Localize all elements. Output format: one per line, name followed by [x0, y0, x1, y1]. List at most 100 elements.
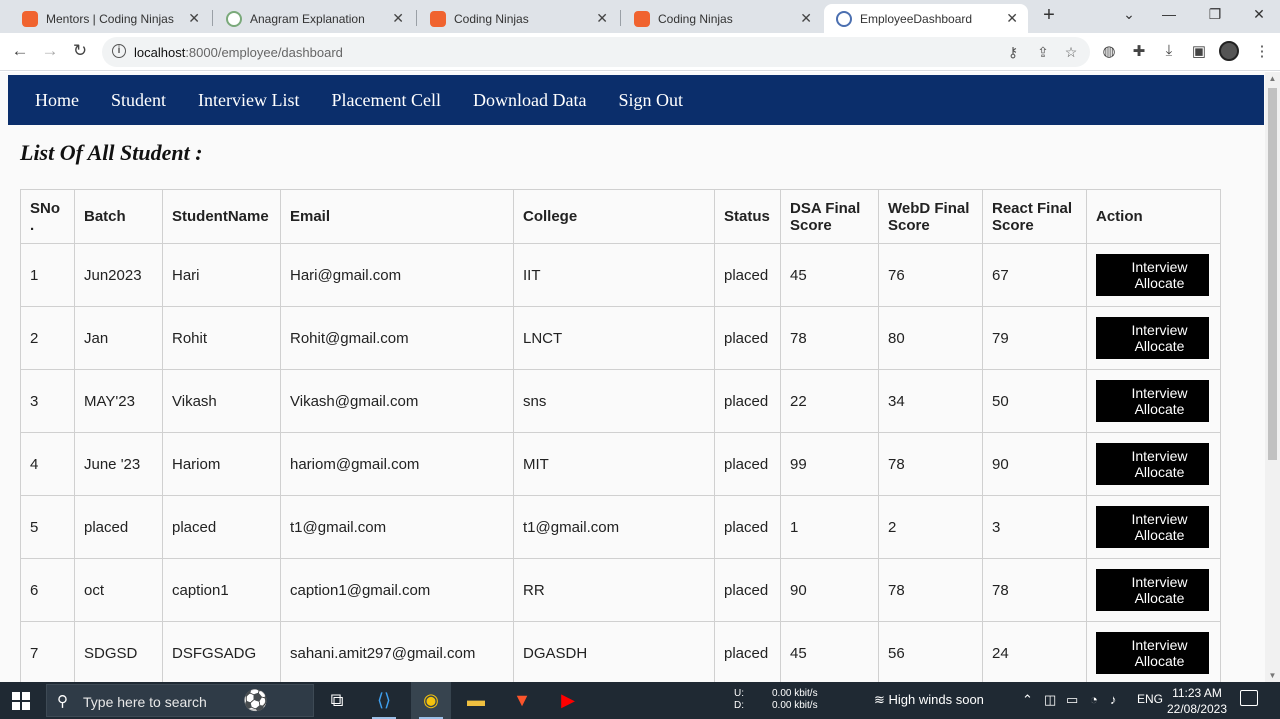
cell-student-name: Hari — [162, 243, 281, 307]
back-arrow-icon[interactable]: ← — [9, 41, 31, 61]
cell-sno: 2 — [20, 306, 75, 370]
tab-divider — [212, 10, 213, 26]
forward-arrow-icon[interactable]: → — [39, 41, 61, 61]
cell-student-name: Hariom — [162, 432, 281, 496]
chrome-icon[interactable]: ◉ — [411, 682, 451, 719]
tab-mentors[interactable]: Mentors | Coding Ninjas ✕ — [10, 4, 210, 33]
interview-allocate-button[interactable]: Interview Allocate — [1096, 380, 1209, 422]
table-row: 4 June '23 Hariom hariom@gmail.com MIT placed… — [20, 432, 1221, 496]
minimize-icon[interactable]: — — [1159, 6, 1179, 22]
cell-react-score: 50 — [982, 369, 1087, 433]
cell-batch: June '23 — [74, 432, 163, 496]
interview-allocate-button[interactable]: Interview Allocate — [1096, 317, 1209, 359]
search-icon: ⚲ — [57, 693, 68, 710]
cell-student-name: placed — [162, 495, 281, 559]
taskbar-search-box[interactable]: ⚲ Type here to search ⚽ — [46, 684, 314, 717]
cell-batch: MAY'23 — [74, 369, 163, 433]
window-close-icon[interactable]: ✕ — [1249, 6, 1269, 23]
tab-search-icon[interactable]: ⌄ — [1119, 6, 1139, 23]
info-icon[interactable]: i — [112, 44, 126, 58]
network-labels: U: D: — [734, 688, 744, 711]
cell-email: Rohit@gmail.com — [280, 306, 514, 370]
nav-placement-cell[interactable]: Placement Cell — [332, 90, 441, 111]
cell-college: sns — [513, 369, 715, 433]
cell-college: MIT — [513, 432, 715, 496]
url-text[interactable]: localhost:8000/employee/dashboard — [134, 45, 343, 60]
tab-anagram[interactable]: Anagram Explanation ✕ — [214, 4, 414, 33]
cell-sno: 4 — [20, 432, 75, 496]
cell-sno: 5 — [20, 495, 75, 559]
language-indicator[interactable]: ENG — [1137, 692, 1163, 706]
scroll-up-arrow-icon[interactable]: ▲ — [1265, 74, 1280, 83]
cell-college: RR — [513, 558, 715, 622]
interview-allocate-button[interactable]: Interview Allocate — [1096, 506, 1209, 548]
new-tab-icon[interactable]: + — [1038, 4, 1060, 27]
tab-coding-ninjas-1[interactable]: Coding Ninjas ✕ — [418, 4, 618, 33]
scroll-thumb[interactable] — [1268, 88, 1277, 460]
extension-icon[interactable]: ◍ — [1099, 42, 1119, 60]
vscode-icon[interactable]: ⟨⟩ — [364, 682, 404, 719]
youtube-icon[interactable]: ▶ — [548, 682, 588, 719]
address-bar[interactable]: i localhost:8000/employee/dashboard ⚷ ⇪ … — [102, 37, 1090, 67]
brave-icon[interactable]: ▼ — [502, 682, 542, 719]
interview-allocate-button[interactable]: Interview Allocate — [1096, 443, 1209, 485]
vertical-scrollbar[interactable]: ▲ ▼ — [1265, 72, 1280, 682]
key-icon[interactable]: ⚷ — [1004, 44, 1022, 61]
tab-divider — [620, 10, 621, 26]
cell-status: placed — [714, 495, 781, 559]
interview-allocate-button[interactable]: Interview Allocate — [1096, 569, 1209, 611]
close-icon[interactable]: ✕ — [596, 10, 608, 27]
close-icon[interactable]: ✕ — [1006, 10, 1018, 27]
table-row: 1 Jun2023 Hari Hari@gmail.com IIT placed 45 76 6… — [20, 243, 1221, 307]
cell-webd-score: 80 — [878, 306, 983, 370]
file-explorer-icon[interactable]: ▬ — [456, 682, 496, 719]
side-panel-icon[interactable]: ▣ — [1189, 42, 1209, 60]
wifi-icon[interactable]: ◔ — [1090, 692, 1098, 707]
weather-widget[interactable]: ≋ High winds soon — [874, 692, 984, 708]
table-row: 2 Jan Rohit Rohit@gmail.com LNCT placed 78 80 79… — [20, 306, 1221, 370]
task-view-icon[interactable]: ⧉ — [317, 682, 357, 719]
nav-home[interactable]: Home — [35, 90, 79, 111]
reload-icon[interactable]: ↻ — [69, 41, 91, 61]
nav-interview-list[interactable]: Interview List — [198, 90, 299, 111]
close-icon[interactable]: ✕ — [800, 10, 812, 27]
nav-sign-out[interactable]: Sign Out — [618, 90, 683, 111]
notification-icon[interactable] — [1240, 690, 1258, 706]
windows-start-icon[interactable] — [12, 692, 30, 710]
column-header-sno: SNo. — [20, 189, 75, 244]
column-header-email: Email — [280, 189, 514, 244]
tab-label: Coding Ninjas — [454, 11, 529, 26]
interview-allocate-button[interactable]: Interview Allocate — [1096, 632, 1209, 674]
meet-icon[interactable]: ◫ — [1044, 692, 1056, 708]
cell-sno: 1 — [20, 243, 75, 307]
cell-action: Interview Allocate — [1086, 558, 1221, 622]
interview-allocate-button[interactable]: Interview Allocate — [1096, 254, 1209, 296]
cell-email: sahani.amit297@gmail.com — [280, 621, 514, 682]
cell-email: t1@gmail.com — [280, 495, 514, 559]
chevron-up-icon[interactable]: ⌃ — [1022, 692, 1033, 708]
cell-webd-score: 78 — [878, 432, 983, 496]
share-icon[interactable]: ⇪ — [1034, 44, 1052, 61]
tab-coding-ninjas-2[interactable]: Coding Ninjas ✕ — [622, 4, 822, 33]
wind-icon: ≋ — [874, 692, 889, 707]
scroll-down-arrow-icon[interactable]: ▼ — [1265, 671, 1280, 680]
volume-icon[interactable]: ♪ — [1110, 692, 1117, 707]
download-icon[interactable]: ⤓ — [1159, 42, 1179, 59]
close-icon[interactable]: ✕ — [188, 10, 200, 27]
top-navbar: Home Student Interview List Placement Ce… — [8, 75, 1264, 125]
cell-sno: 6 — [20, 558, 75, 622]
cell-dsa-score: 22 — [780, 369, 879, 433]
profile-avatar[interactable] — [1219, 41, 1239, 61]
nav-student[interactable]: Student — [111, 90, 166, 111]
menu-kebab-icon[interactable]: ⋮ — [1252, 42, 1272, 60]
clock[interactable]: 11:23 AM 22/08/2023 — [1166, 685, 1228, 717]
puzzle-icon[interactable]: ✚ — [1129, 42, 1149, 60]
nav-download-data[interactable]: Download Data — [473, 90, 586, 111]
tab-employee-dashboard[interactable]: EmployeeDashboard ✕ — [824, 4, 1028, 33]
battery-icon[interactable]: ▭ — [1066, 692, 1078, 708]
restore-icon[interactable]: ❐ — [1205, 6, 1225, 23]
close-icon[interactable]: ✕ — [392, 10, 404, 27]
bookmark-star-icon[interactable]: ☆ — [1062, 44, 1080, 61]
search-highlight-icon: ⚽ — [243, 690, 268, 712]
cell-action: Interview Allocate — [1086, 495, 1221, 559]
